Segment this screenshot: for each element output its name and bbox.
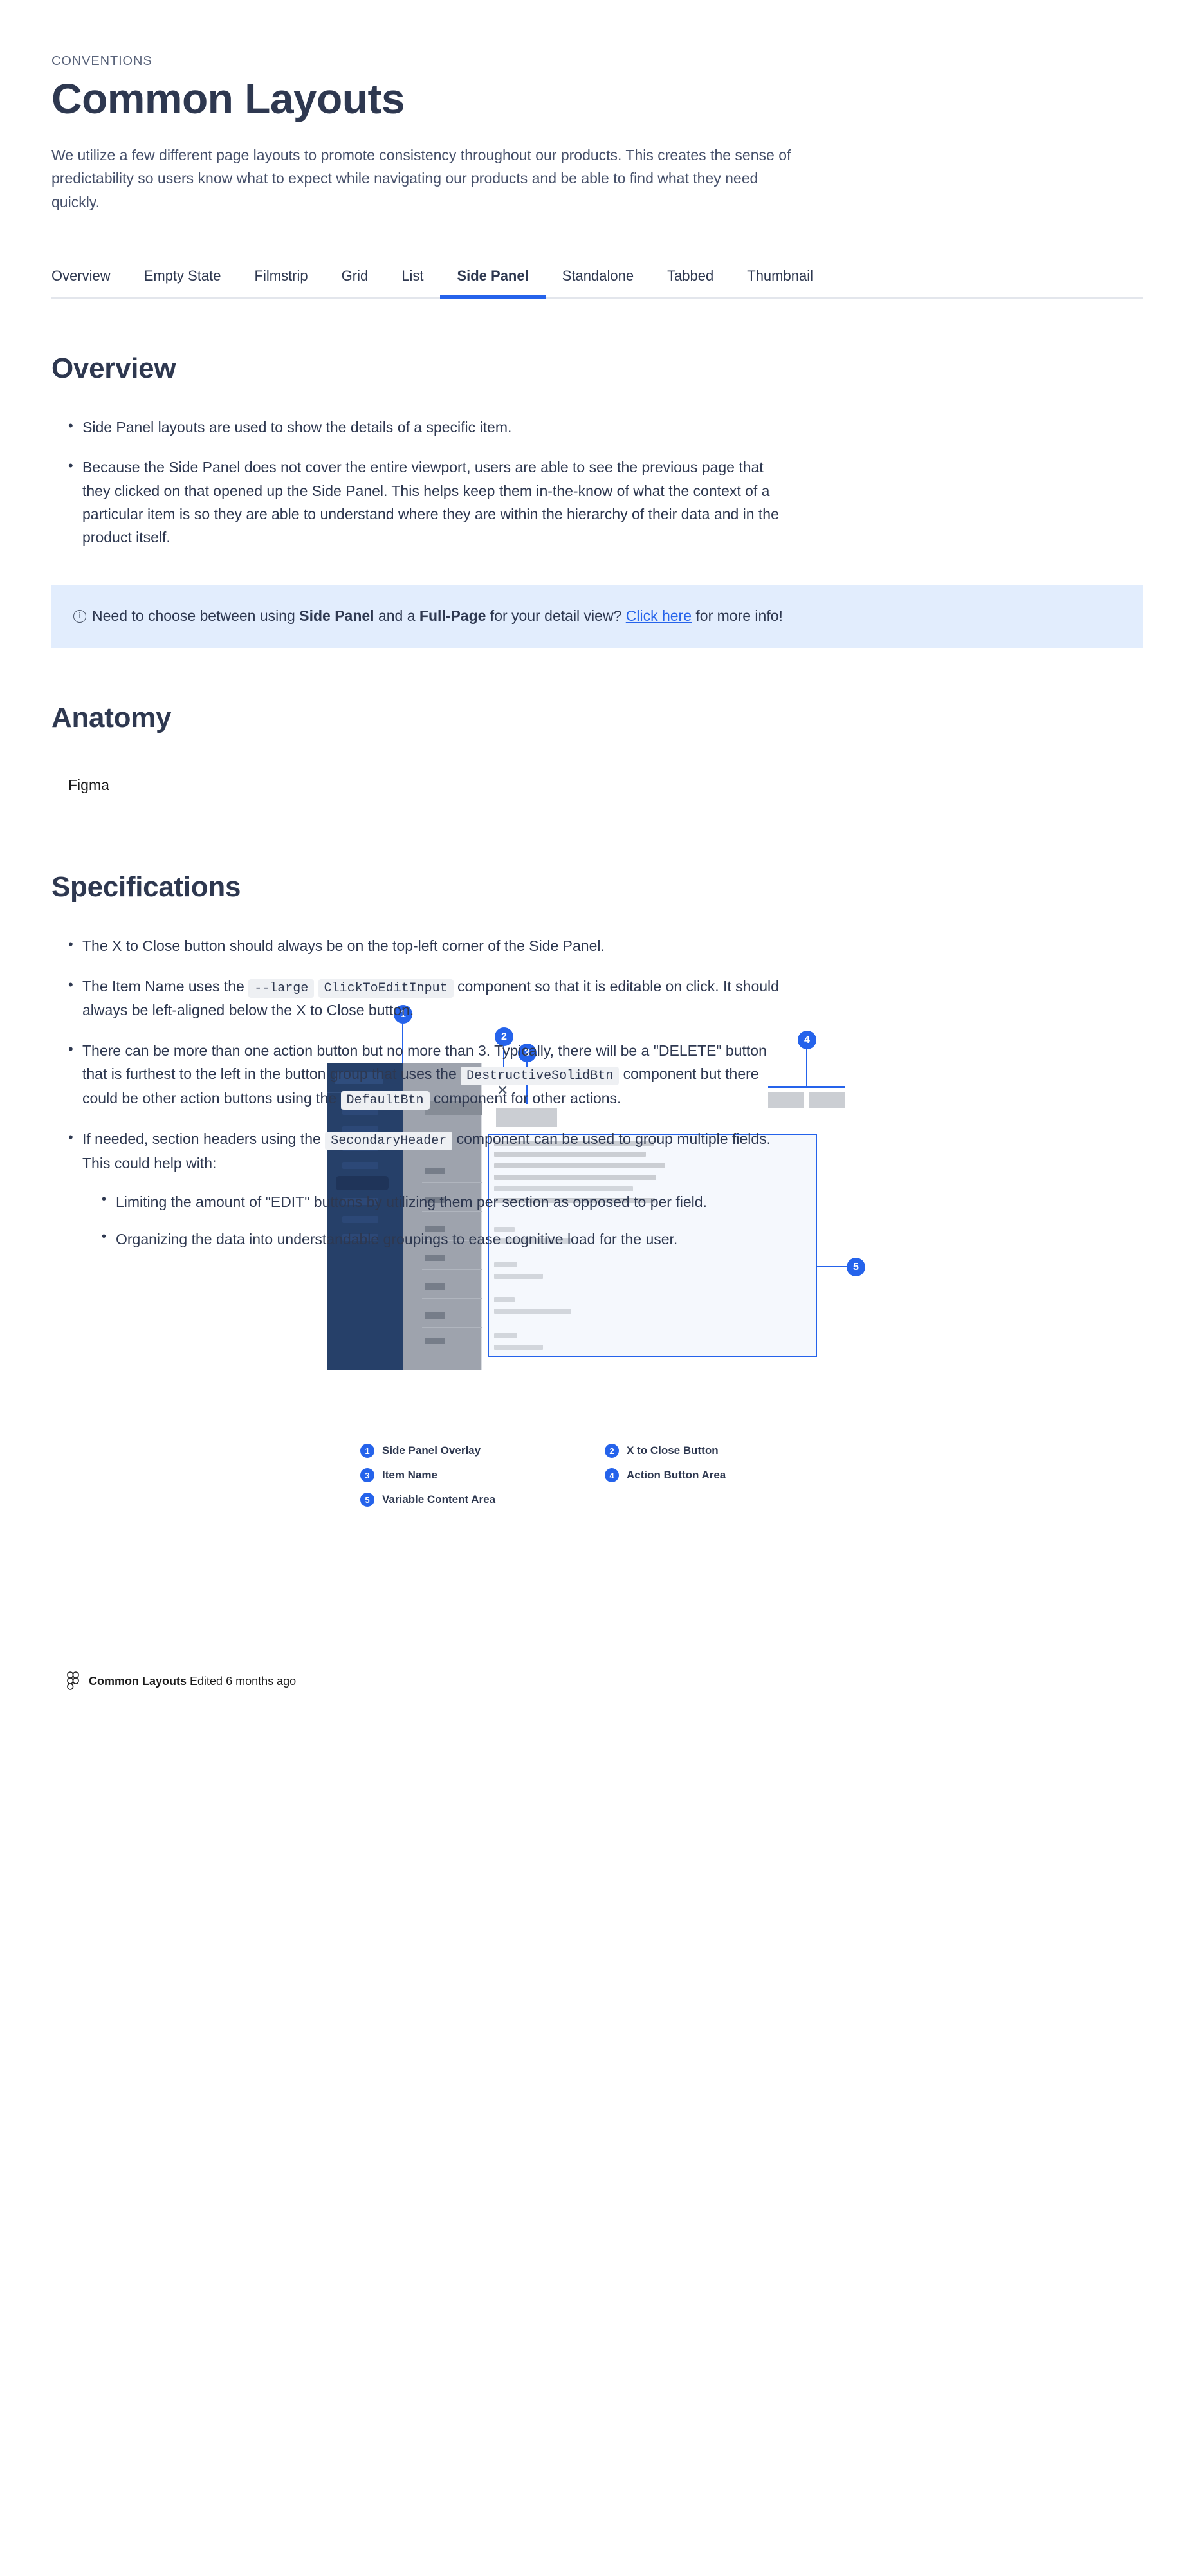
callout-bold-side-panel: Side Panel <box>299 607 374 624</box>
specification-text <box>314 978 318 995</box>
callout-bold-full-page: Full-Page <box>419 607 486 624</box>
legend-pin: 4 <box>605 1468 619 1482</box>
legend-item: 3 Item Name <box>360 1468 605 1482</box>
page-intro: We utilize a few different page layouts … <box>51 146 791 210</box>
legend-pin: 5 <box>360 1493 374 1507</box>
tab-thumbnail[interactable]: Thumbnail <box>730 261 830 297</box>
legend-item: 1 Side Panel Overlay <box>360 1444 605 1458</box>
mock-action-button <box>809 1092 845 1108</box>
callout-text-1: Need to choose between using <box>92 607 300 624</box>
specification-bullet: The X to Close button should always be o… <box>68 934 785 957</box>
legend-label: Side Panel Overlay <box>382 1444 481 1457</box>
figma-file-attribution[interactable]: Common Layouts Edited 6 months ago <box>67 1671 296 1691</box>
tab-grid[interactable]: Grid <box>325 261 385 297</box>
callout-text-3: for your detail view? <box>486 607 626 624</box>
overview-section: Overview Side Panel layouts are used to … <box>0 353 1194 549</box>
callout-text-4: for more info! <box>692 607 783 624</box>
anatomy-legend: 1 Side Panel Overlay 2 X to Close Button 3 It… <box>360 1444 849 1507</box>
specification-text: component for other actions. <box>429 1089 621 1107</box>
info-circle-icon <box>73 609 86 623</box>
mock-list-row-bar <box>425 1338 445 1344</box>
figma-file-name: Common Layouts <box>89 1674 187 1688</box>
specifications-section: Specifications The X to Close button sho… <box>0 871 1194 1251</box>
tab-standalone[interactable]: Standalone <box>546 261 650 297</box>
specifications-heading: Specifications <box>51 871 241 903</box>
specification-sub-bullet: Organizing the data into understandable … <box>102 1227 785 1251</box>
page-title: Common Layouts <box>51 75 405 122</box>
specification-text: The Item Name uses the <box>82 977 249 995</box>
legend-label: X to Close Button <box>627 1444 719 1457</box>
component-code-chip: --large <box>248 979 315 998</box>
specification-text: If needed, section headers using the <box>82 1130 326 1148</box>
info-callout: Need to choose between using Side Panel … <box>51 585 1143 649</box>
figma-source-label: Figma <box>68 777 109 794</box>
callout-text-2: and a <box>374 607 419 624</box>
callout-click-here-link[interactable]: Click here <box>626 607 692 624</box>
mock-list-row-bar <box>425 1312 445 1319</box>
anatomy-heading: Anatomy <box>51 702 172 734</box>
component-code-chip: SecondaryHeader <box>325 1132 453 1151</box>
specifications-bullet-list: The X to Close button should always be o… <box>51 934 785 1251</box>
component-code-chip: DestructiveSolidBtn <box>461 1067 620 1086</box>
callout-pin-4: 4 <box>798 1031 816 1049</box>
specification-text: The X to Close button should always be o… <box>82 937 605 955</box>
callout-pin-5: 5 <box>847 1258 865 1276</box>
legend-pin: 1 <box>360 1444 374 1458</box>
tab-overview[interactable]: Overview <box>51 261 127 297</box>
legend-item: 2 X to Close Button <box>605 1444 849 1458</box>
tab-empty-state[interactable]: Empty State <box>127 261 238 297</box>
legend-item: 5 Variable Content Area <box>360 1493 605 1507</box>
figma-edited-timestamp: Edited 6 months ago <box>190 1674 297 1688</box>
specification-sub-bullet: Limiting the amount of "EDIT" buttons by… <box>102 1190 785 1213</box>
overview-bullet: Because the Side Panel does not cover th… <box>68 455 785 549</box>
tab-filmstrip[interactable]: Filmstrip <box>238 261 325 297</box>
mock-item-name-field <box>496 1108 557 1127</box>
component-code-chip: DefaultBtn <box>340 1090 430 1110</box>
mock-list-row-bar <box>425 1283 445 1290</box>
legend-item: 4 Action Button Area <box>605 1468 849 1482</box>
specification-bullet: There can be more than one action button… <box>68 1038 785 1111</box>
overview-heading: Overview <box>51 352 176 384</box>
overview-bullet: Side Panel layouts are used to show the … <box>68 415 785 439</box>
specification-bullet: If needed, section headers using the Sec… <box>68 1127 785 1251</box>
leader-line-5 <box>817 1266 847 1267</box>
legend-label: Variable Content Area <box>382 1493 496 1505</box>
layout-tabs: Overview Empty State Filmstrip Grid List Side… <box>51 261 1143 299</box>
leader-line-4 <box>806 1049 807 1087</box>
legend-label: Item Name <box>382 1469 437 1481</box>
legend-pin: 2 <box>605 1444 619 1458</box>
specification-sub-list: Limiting the amount of "EDIT" buttons by… <box>82 1190 785 1251</box>
anatomy-section: Anatomy Figma <box>0 702 1194 794</box>
mock-list-row-bar <box>425 1255 445 1261</box>
breadcrumb-eyebrow: CONVENTIONS <box>51 54 152 68</box>
legend-label: Action Button Area <box>627 1469 726 1481</box>
tab-list[interactable]: List <box>385 261 440 297</box>
specification-bullet: The Item Name uses the --large ClickToEd… <box>68 974 785 1022</box>
page-header: CONVENTIONS Common Layouts We utilize a … <box>0 0 1194 214</box>
tab-tabbed[interactable]: Tabbed <box>650 261 730 297</box>
page-root: CONVENTIONS Common Layouts We utilize a … <box>0 0 1194 1690</box>
figma-icon <box>67 1671 79 1690</box>
legend-pin: 3 <box>360 1468 374 1482</box>
tab-side-panel[interactable]: Side Panel <box>440 261 546 299</box>
component-code-chip: ClickToEditInput <box>318 979 454 998</box>
overview-bullet-list: Side Panel layouts are used to show the … <box>51 415 785 549</box>
